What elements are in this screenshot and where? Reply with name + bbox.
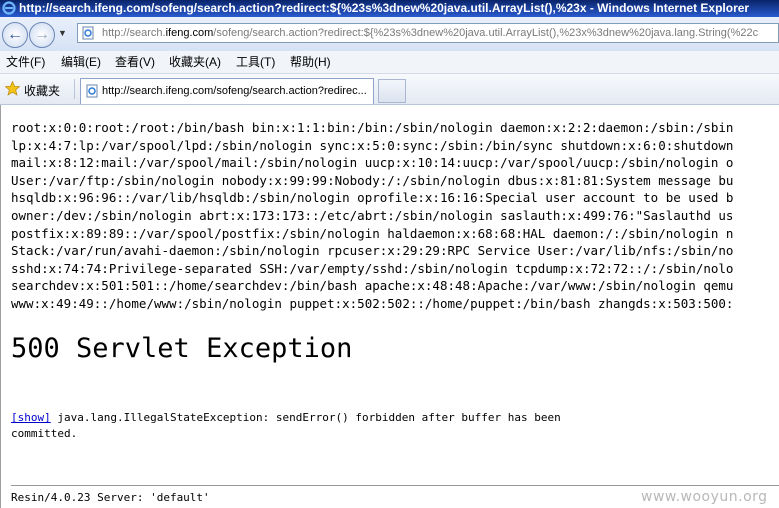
dump-line: lp:x:4:7:lp:/var/spool/lpd:/sbin/nologin… <box>11 137 734 153</box>
divider <box>11 485 779 486</box>
dump-line: User:/var/ftp:/sbin/nologin nobody:x:99:… <box>11 172 734 188</box>
back-arrow-icon: ← <box>7 26 23 43</box>
dump-line: sshd:x:74:74:Privilege-separated SSH:/va… <box>11 260 734 276</box>
favorites-bar: 收藏夹 http://search.ifeng.com/sofeng/searc… <box>0 74 779 105</box>
menu-edit[interactable]: 编辑(E) <box>61 51 101 73</box>
address-toolbar: ← → ▼ http://search.ifeng.com/sofeng/sea… <box>0 17 779 51</box>
exception-message: [show] java.lang.IllegalStateException: … <box>11 410 571 442</box>
url-host: ifeng.com <box>165 27 214 39</box>
menu-tools[interactable]: 工具(T) <box>236 51 275 73</box>
tab-page-icon <box>86 84 98 98</box>
menu-view[interactable]: 查看(V) <box>115 51 155 73</box>
window-title: http://search.ifeng.com/sofeng/search.ac… <box>19 1 750 15</box>
ie-logo-icon <box>2 1 16 15</box>
browser-tab[interactable]: http://search.ifeng.com/sofeng/search.ac… <box>80 78 374 104</box>
dump-line: owner:/dev:/sbin/nologin abrt:x:173:173:… <box>11 207 734 223</box>
address-bar[interactable]: http://search.ifeng.com/sofeng/search.ac… <box>77 23 779 43</box>
window-title-bar: http://search.ifeng.com/sofeng/search.ac… <box>0 0 779 17</box>
page-icon <box>82 26 94 40</box>
dump-line: postfix:x:89:89::/var/spool/postfix:/sbi… <box>11 225 734 241</box>
content-left-border <box>0 105 1 508</box>
menu-favorites[interactable]: 收藏夹(A) <box>169 51 221 73</box>
show-link[interactable]: [show] <box>11 411 51 424</box>
forward-button[interactable]: → <box>29 22 55 48</box>
new-tab-button[interactable] <box>378 79 406 103</box>
dump-line: hsqldb:x:96:96::/var/lib/hsqldb:/sbin/no… <box>11 190 734 206</box>
favorites-button[interactable]: 收藏夹 <box>24 82 60 99</box>
recent-pages-dropdown[interactable]: ▼ <box>58 28 67 38</box>
dump-line: root:x:0:0:root:/root:/bin/bash bin:x:1:… <box>11 120 734 135</box>
exception-text: java.lang.IllegalStateException: sendErr… <box>11 411 561 440</box>
url-path: /sofeng/search.action?redirect:${%23s%3d… <box>213 27 759 39</box>
favorites-separator <box>74 79 75 99</box>
back-button[interactable]: ← <box>2 22 28 48</box>
server-footer: Resin/4.0.23 Server: 'default' <box>11 491 210 504</box>
menu-file[interactable]: 文件(F) <box>6 51 45 73</box>
page-content: root:x:0:0:root:/root:/bin/bash bin:x:1:… <box>0 105 779 508</box>
dump-line: searchdev:x:501:501::/home/searchdev:/bi… <box>11 278 734 294</box>
menu-help[interactable]: 帮助(H) <box>290 51 331 73</box>
forward-arrow-icon: → <box>34 26 50 43</box>
dump-line: mail:x:8:12:mail:/var/spool/mail:/sbin/n… <box>11 155 734 171</box>
passwd-dump: root:x:0:0:root:/root:/bin/bash bin:x:1:… <box>11 119 733 313</box>
watermark: www.wooyun.org <box>641 489 768 505</box>
tab-title: http://search.ifeng.com/sofeng/search.ac… <box>102 85 367 97</box>
menu-bar: 文件(F) 编辑(E) 查看(V) 收藏夹(A) 工具(T) 帮助(H) <box>0 51 779 74</box>
dump-line: Stack:/var/run/avahi-daemon:/sbin/nologi… <box>11 243 734 259</box>
error-heading: 500 Servlet Exception <box>11 333 353 364</box>
favorites-star-icon <box>5 81 20 96</box>
dump-line: www:x:49:49::/home/www:/sbin/nologin pup… <box>11 295 734 311</box>
url-text[interactable]: http://search.ifeng.com/sofeng/search.ac… <box>102 24 778 42</box>
url-prefix: http://search. <box>102 27 166 39</box>
